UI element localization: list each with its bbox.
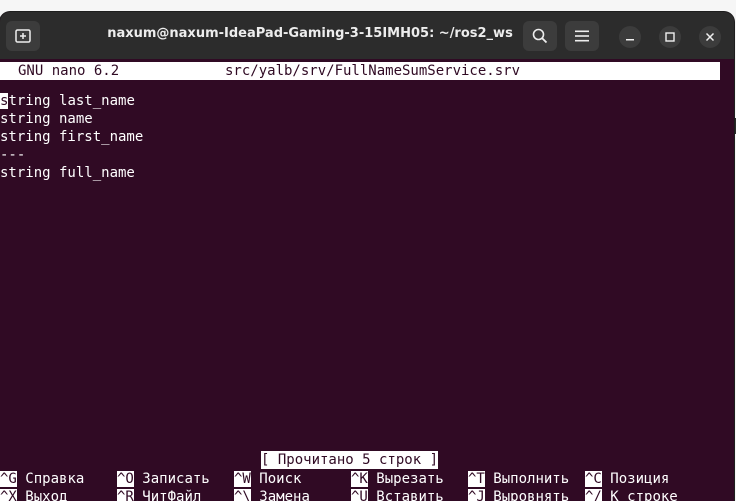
shortcut-key: ^U <box>351 489 368 501</box>
file-line-1-text: tring last_name <box>8 93 135 109</box>
shortcut-label: Выполнить <box>493 471 570 487</box>
shortcut-key: ^R <box>117 489 134 501</box>
shortcut-key: ^G <box>0 471 17 487</box>
minimize-button[interactable] <box>619 26 641 48</box>
file-line-1: string last_name <box>0 92 135 110</box>
nano-filename: src/yalb/srv/FullNameSumService.srv <box>225 63 521 79</box>
minimize-icon <box>626 39 634 41</box>
titlebar: naxum@naxum-IdeaPad-Gaming-3-15IMH05: ~/… <box>0 12 734 59</box>
file-line-4: --- <box>0 147 26 163</box>
shortcut-key: ^\ <box>234 489 251 501</box>
shortcut-search[interactable]: ^W Поиск <box>234 470 301 488</box>
terminal-content[interactable]: GNU nano 6.2 src/yalb/srv/FullNameSumSer… <box>0 59 734 501</box>
shortcut-location[interactable]: ^C Позиция <box>585 470 669 488</box>
shortcut-label: ЧитФайл <box>142 489 202 501</box>
shortcut-go-to-line[interactable]: ^/ К строке <box>585 488 678 501</box>
shortcut-key: ^J <box>468 489 485 501</box>
shortcut-label: Замена <box>259 489 310 501</box>
shortcut-label: Записать <box>142 471 210 487</box>
shortcut-key: ^/ <box>585 489 602 501</box>
shortcut-label: Вставить <box>376 489 444 501</box>
maximize-button[interactable] <box>659 26 681 48</box>
shortcut-key: ^X <box>0 489 17 501</box>
shortcut-exit[interactable]: ^X Выход <box>0 488 67 501</box>
shortcut-label: Справка <box>25 471 85 487</box>
shortcut-label: Позиция <box>610 471 670 487</box>
status-message: [ Прочитано 5 строк ] <box>261 451 439 469</box>
shortcut-key: ^K <box>351 471 368 487</box>
shortcut-help[interactable]: ^G Справка <box>0 470 84 488</box>
hamburger-menu-icon <box>575 30 589 42</box>
shortcut-read-file[interactable]: ^R ЧитФайл <box>117 488 201 501</box>
new-tab-icon <box>15 29 31 43</box>
shortcut-key: ^T <box>468 471 485 487</box>
shortcut-label: Поиск <box>259 471 302 487</box>
search-icon <box>532 28 548 44</box>
shortcut-key: ^O <box>117 471 134 487</box>
shortcut-justify[interactable]: ^J Выровнять <box>468 488 569 501</box>
file-line-3: string first_name <box>0 129 144 145</box>
file-line-5: string full_name <box>0 165 135 181</box>
maximize-icon <box>665 32 675 42</box>
shortcut-label: Выровнять <box>493 489 570 501</box>
shortcut-key: ^C <box>585 471 602 487</box>
new-tab-button[interactable] <box>6 21 40 51</box>
shortcut-execute[interactable]: ^T Выполнить <box>468 470 569 488</box>
close-icon <box>705 32 715 42</box>
shortcut-write[interactable]: ^O Записать <box>117 470 210 488</box>
close-button[interactable] <box>699 26 721 48</box>
nano-header: GNU nano 6.2 src/yalb/srv/FullNameSumSer… <box>0 62 720 80</box>
shortcut-key: ^W <box>234 471 251 487</box>
shortcut-label: К строке <box>610 489 678 501</box>
menu-button[interactable] <box>565 21 599 51</box>
shortcut-label: Вырезать <box>376 471 444 487</box>
shortcut-cut[interactable]: ^K Вырезать <box>351 470 444 488</box>
shortcut-replace[interactable]: ^\ Замена <box>234 488 310 501</box>
shortcut-label: Выход <box>25 489 68 501</box>
file-line-2: string name <box>0 111 93 127</box>
terminal-window: naxum@naxum-IdeaPad-Gaming-3-15IMH05: ~/… <box>0 12 734 501</box>
window-title: naxum@naxum-IdeaPad-Gaming-3-15IMH05: ~/… <box>107 26 513 41</box>
shortcut-paste[interactable]: ^U Вставить <box>351 488 444 501</box>
nano-version: GNU nano 6.2 <box>18 63 120 79</box>
search-button[interactable] <box>523 21 557 51</box>
